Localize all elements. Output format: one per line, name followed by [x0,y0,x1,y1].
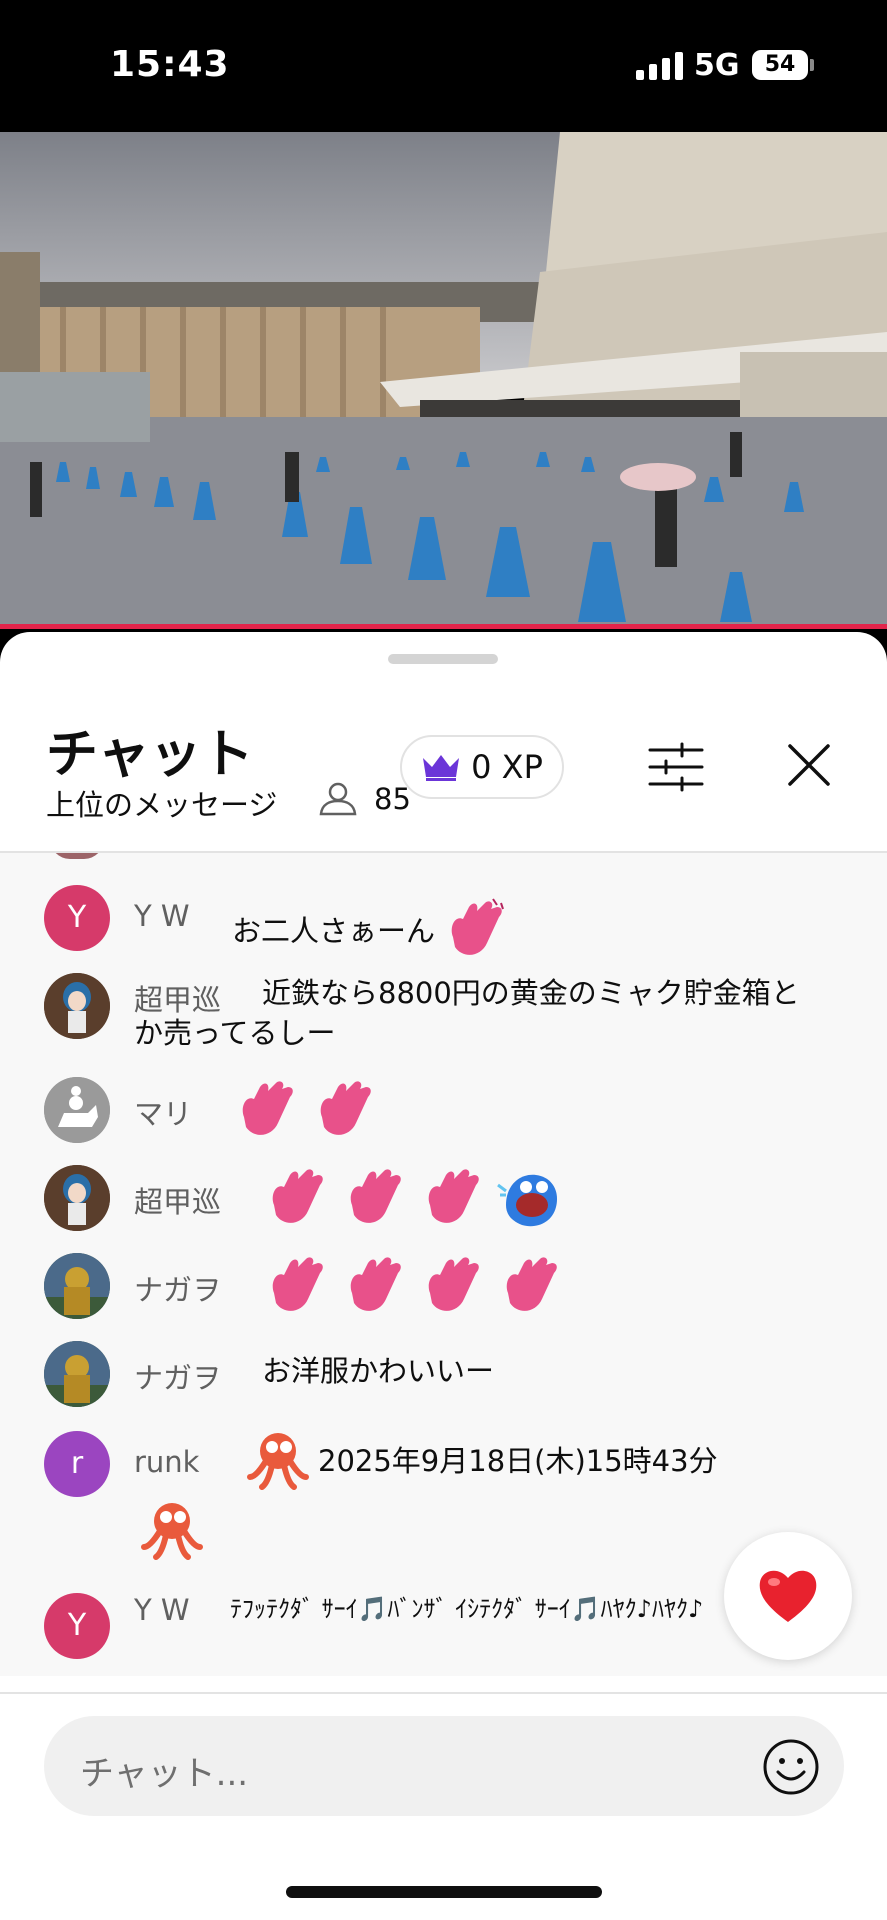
message-text: ﾃﾌｯﾃｸﾀﾞ ｻｰｲ🎵ﾊﾞﾝｻﾞ ｲｼﾃｸﾀﾞ ｻｰｲ🎵ﾊﾔｸ♪ﾊﾔｸ♪ [230,1595,704,1623]
avatar[interactable] [44,1253,110,1319]
waving-hand-emoji-icon [451,898,504,955]
octopus-emoji-icon [141,1503,203,1560]
cut-off-emoji-row [320,853,520,863]
message-body: お二人さぁーん [232,897,817,965]
message-text: 近鉄なら8800円の黄金のミャク貯金箱とか売ってるしー [134,976,800,1050]
avatar[interactable]: r [44,1431,110,1497]
avatar[interactable]: Y [44,885,110,951]
waving-hand-emoji-icon [428,1257,479,1311]
input-divider [0,1692,887,1694]
waving-hand-emoji-icon [350,1257,401,1311]
message-emojis [262,1253,817,1321]
avatar[interactable] [44,1341,110,1407]
chat-mode-selector[interactable]: 上位のメッセージ [46,782,277,824]
status-time: 15:43 [110,44,230,85]
message-author: ナガヲ [134,1361,222,1395]
waving-hand-emoji-icon [320,1081,371,1135]
battery-tip [810,59,814,71]
avatar[interactable] [44,1165,110,1231]
xp-button[interactable]: 0 XP [400,735,564,799]
figurine-avatar-icon [44,1165,110,1231]
video-player[interactable] [0,132,887,626]
signal-strength-icon [636,50,683,80]
message-author: runk [134,1445,200,1479]
message-author: ナガヲ [134,1273,222,1307]
message-text: お二人さぁーん [232,914,436,948]
home-indicator[interactable] [286,1886,602,1898]
viewer-icon [319,782,357,816]
waving-hand-emoji-icon [350,1169,401,1223]
waving-hand-emoji-icon [242,1081,293,1135]
golden-statue-avatar-icon [44,1341,110,1407]
close-icon[interactable] [786,742,832,788]
message-emojis [262,1165,817,1233]
message-text: 2025年9月18日(木)15時43分 [318,1444,718,1478]
chat-title: チャット [46,725,254,785]
heart-icon [759,1570,817,1622]
xp-label: 0 XP [471,748,543,786]
chat-input-placeholder: チャット... [80,1754,249,1794]
video-frame [0,132,887,626]
video-progress-bar[interactable] [0,624,887,629]
waving-hand-emoji-icon [428,1169,479,1223]
message-author: マリ [134,1097,193,1131]
status-bar: 15:43 5G 54 [0,0,887,132]
settings-sliders-icon[interactable] [648,742,704,792]
chat-input[interactable]: チャット... [44,1716,844,1816]
emoji-picker-icon[interactable] [762,1738,820,1796]
waving-hand-emoji-icon [506,1257,557,1311]
drag-handle[interactable] [388,654,498,664]
heart-reaction-button[interactable] [724,1532,852,1660]
figurine-avatar-icon [44,973,110,1039]
laughing-face-emoji-icon [497,1174,558,1227]
message-text: お洋服かわいいー [262,1354,495,1388]
waving-hand-emoji-icon [272,1169,323,1223]
message-body: 近鉄なら8800円の黄金のミャク貯金箱とか売ってるしー [134,973,817,1053]
battery-icon: 54 [752,50,808,80]
avatar[interactable] [44,973,110,1039]
animal-stack-avatar-icon [44,1077,110,1143]
waving-hand-emoji-icon [272,1257,323,1311]
cut-off-avatar [50,853,104,859]
crown-icon [423,755,460,781]
message-body: ﾃﾌｯﾃｸﾀﾞ ｻｰｲ🎵ﾊﾞﾝｻﾞ ｲｼﾃｸﾀﾞ ｻｰｲ🎵ﾊﾔｸ♪ﾊﾔｸ♪ [134,1589,817,1629]
avatar[interactable]: Y [44,1593,110,1659]
message-author: Y W [134,899,190,933]
avatar[interactable] [44,1077,110,1143]
octopus-emoji-icon [247,1433,309,1490]
network-type: 5G [694,48,740,83]
message-emojis [232,1077,817,1145]
golden-statue-avatar-icon [44,1253,110,1319]
message-author: 超甲巡 [134,1185,222,1219]
viewer-count: 85 [374,782,411,816]
chat-panel: チャット 上位のメッセージ 85 0 XP Y Y W お二人さぁーん 超甲巡 … [0,632,887,1920]
